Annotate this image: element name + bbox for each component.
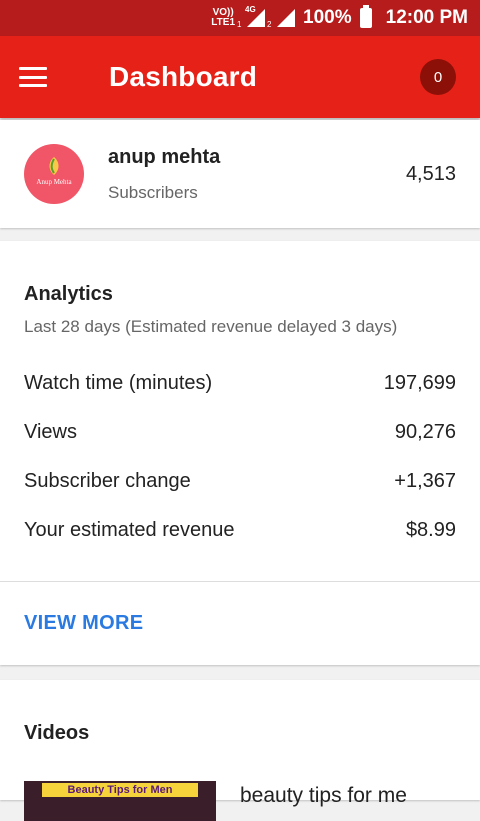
- notification-count-badge[interactable]: 0: [420, 59, 456, 95]
- subscribers-count: 4,513: [405, 162, 456, 185]
- channel-card[interactable]: Anup Mehta anup mehta Subscribers 4,513: [0, 120, 480, 228]
- signal-sim2-icon: 2: [267, 9, 296, 29]
- video-title[interactable]: beauty tips for me: [240, 784, 407, 808]
- metric-value: 197,699: [383, 372, 456, 394]
- videos-title: Videos: [24, 722, 90, 744]
- avatar: Anup Mehta: [24, 144, 84, 204]
- metric-value: $8.99: [405, 519, 456, 541]
- videos-card: Videos Beauty Tips for Men beauty tips f…: [0, 680, 480, 821]
- metric-label: Subscriber change: [24, 470, 191, 492]
- channel-info: anup mehta Subscribers: [108, 146, 220, 203]
- signal-sim1-icon: 4G 1: [237, 5, 266, 29]
- thumbnail-caption: Beauty Tips for Men: [42, 783, 198, 797]
- volte-indicator: VO)) LTE1: [211, 7, 236, 28]
- metric-value: 90,276: [394, 421, 456, 443]
- metric-label: Your estimated revenue: [24, 519, 235, 541]
- divider: [0, 581, 480, 582]
- metric-row: Watch time (minutes) 197,699: [24, 372, 456, 395]
- analytics-title: Analytics: [24, 283, 113, 305]
- subscribers-label: Subscribers: [108, 182, 198, 202]
- avatar-text: Anup Mehta: [36, 178, 72, 186]
- analytics-subtitle: Last 28 days (Estimated revenue delayed …: [24, 317, 398, 336]
- hamburger-menu-icon[interactable]: [19, 67, 47, 87]
- battery-icon: [359, 5, 372, 28]
- clock: 12:00 PM: [385, 7, 468, 28]
- view-more-button[interactable]: VIEW MORE: [24, 612, 143, 635]
- battery-percentage: 100%: [303, 7, 352, 28]
- analytics-card: Analytics Last 28 days (Estimated revenu…: [0, 241, 480, 665]
- metric-value: +1,367: [394, 470, 456, 492]
- video-thumbnail[interactable]: Beauty Tips for Men: [24, 781, 216, 821]
- metric-row: Subscriber change +1,367: [24, 470, 456, 493]
- page-title: Dashboard: [109, 61, 258, 92]
- metric-row: Your estimated revenue $8.99: [24, 519, 456, 542]
- leaf-logo-icon: [49, 157, 59, 175]
- metric-label: Views: [24, 421, 77, 443]
- metric-row: Views 90,276: [24, 421, 456, 444]
- channel-name: anup mehta: [108, 145, 221, 168]
- metric-label: Watch time (minutes): [24, 372, 213, 394]
- app-bar: Dashboard 0: [0, 36, 480, 118]
- status-bar: VO)) LTE1 4G 1 2 100% 12:00 PM: [0, 0, 480, 36]
